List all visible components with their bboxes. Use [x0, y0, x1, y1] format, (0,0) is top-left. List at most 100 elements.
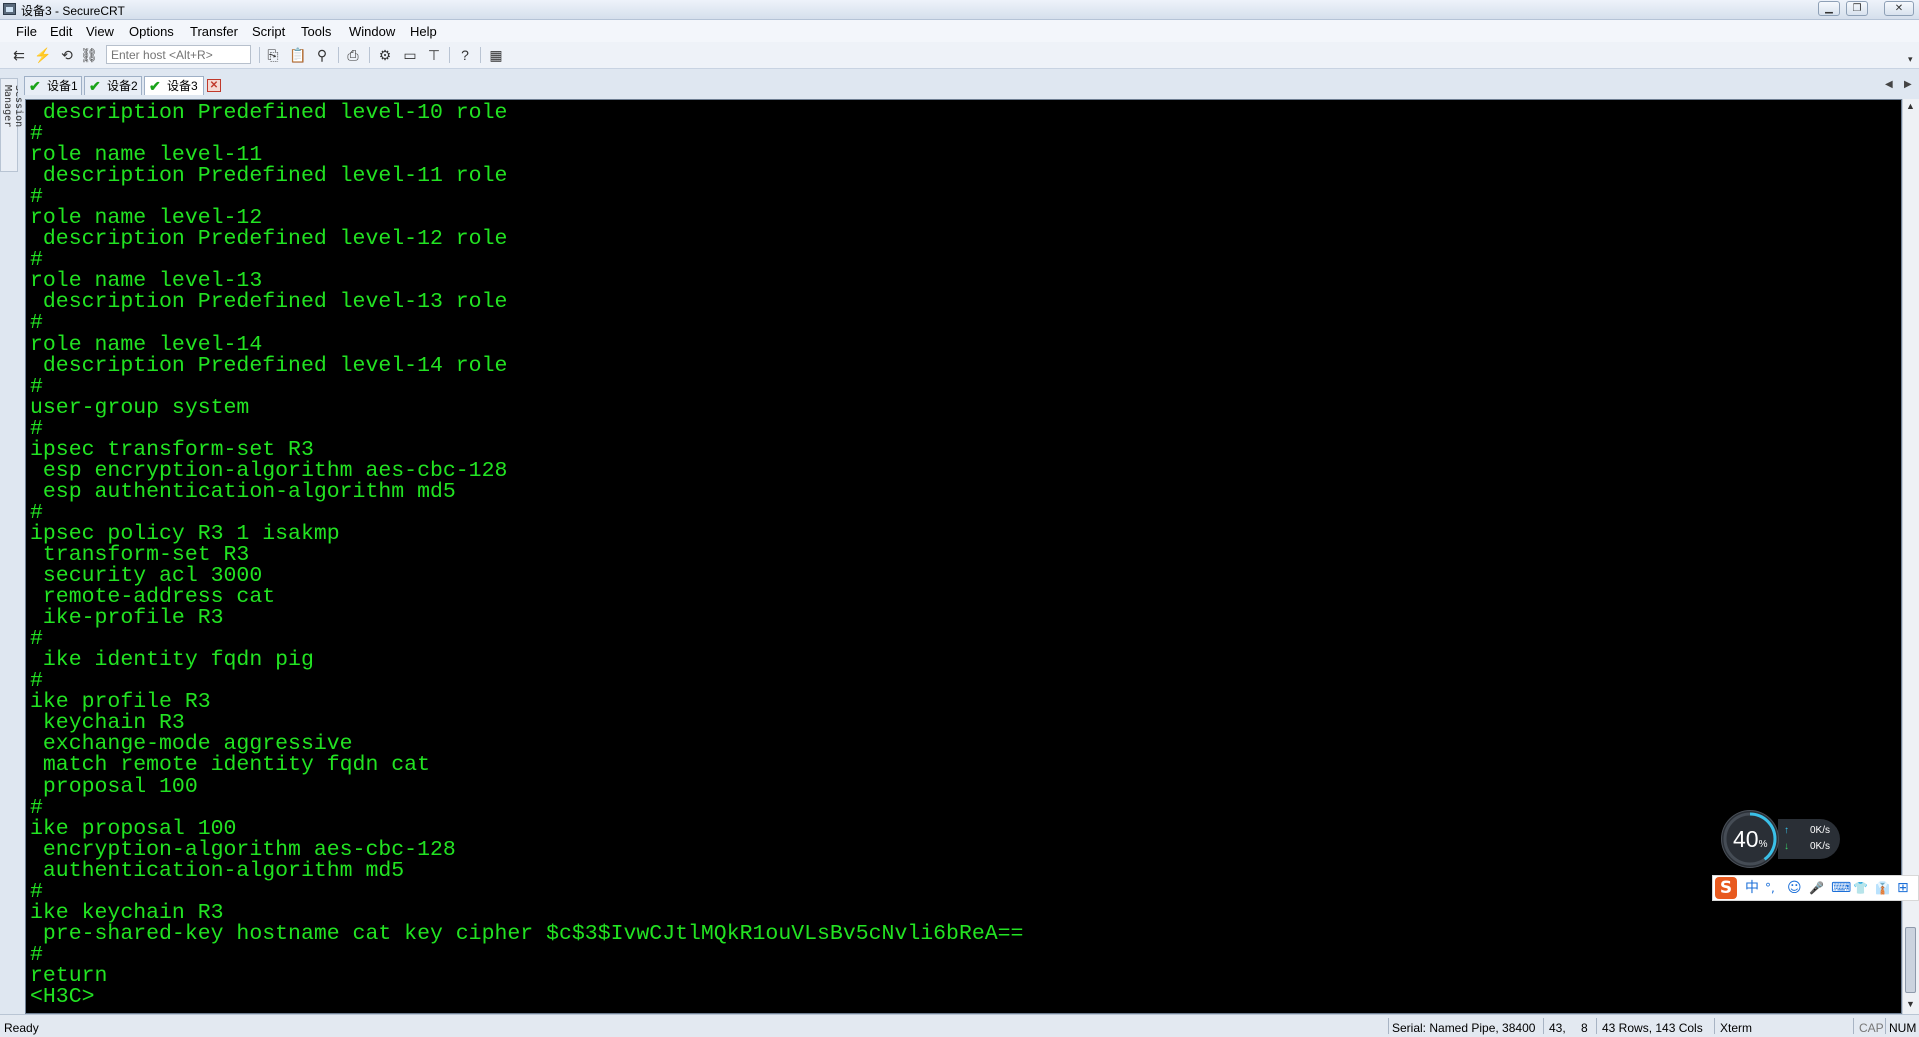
terminal-line: ike-profile R3 [30, 606, 224, 631]
menu-file[interactable]: File [16, 24, 37, 39]
status-terminal-type: Xterm [1720, 1021, 1753, 1035]
tab-scroll-left-icon[interactable]: ◀ [1885, 79, 1893, 90]
ime-toolbar[interactable]: S 中 °, ☺ 🎤 ⌨ 👕 👔 ⊞ [1712, 875, 1919, 901]
ime-emoji-icon[interactable]: ☺ [1787, 879, 1802, 897]
terminal-line: match remote identity fqdn cat [30, 753, 430, 778]
status-caps-lock: CAP [1859, 1021, 1884, 1035]
menu-tools[interactable]: Tools [301, 24, 331, 39]
terminal-line: description Predefined level-10 role [30, 101, 508, 125]
terminal-line: description Predefined level-11 role [30, 164, 508, 189]
terminal-line: remote-address cat [30, 585, 276, 610]
tab-device1[interactable]: ✔ 设备1 [24, 76, 82, 95]
tab-scroll-right-icon[interactable]: ▶ [1904, 79, 1912, 90]
terminal-line: transform-set R3 [30, 542, 250, 567]
tab-device3[interactable]: ✔ 设备3 [144, 76, 204, 95]
usage-percent-value: 40 [1733, 826, 1759, 852]
find-icon[interactable]: ⚲ [313, 46, 331, 64]
terminal-line: # [30, 500, 43, 525]
network-speed-widget[interactable]: ↑ 0K/s ↓ 0K/s 40% [1722, 811, 1840, 867]
keymap-icon[interactable]: ▭ [401, 46, 419, 64]
ime-keyboard-icon[interactable]: ⌨ [1831, 879, 1851, 897]
ime-punctuation-icon[interactable]: °, [1765, 879, 1775, 897]
menu-view[interactable]: View [86, 24, 114, 39]
paste-icon[interactable]: 📋 [289, 46, 307, 64]
terminal-line: # [30, 669, 43, 694]
status-serial: Serial: Named Pipe, 38400 [1392, 1021, 1536, 1035]
terminal-screen[interactable]: description Predefined level-10 role # rol… [25, 99, 1902, 1014]
menu-options[interactable]: Options [129, 24, 174, 39]
upload-speed: ↑ 0K/s [1784, 825, 1840, 836]
terminal-line: ipsec policy R3 1 isakmp [30, 521, 340, 546]
minimize-button[interactable]: ▁ [1818, 1, 1840, 16]
connected-check-icon: ✔ [29, 78, 41, 94]
terminal-line: pre-shared-key hostname cat key cipher $… [30, 921, 1024, 946]
toolbar-overflow-icon[interactable]: ▾ [1908, 54, 1913, 65]
scroll-down-icon[interactable]: ▼ [1906, 999, 1915, 1009]
terminal-line: # [30, 795, 43, 820]
ime-voice-icon[interactable]: 🎤 [1809, 879, 1824, 897]
reconnect-icon[interactable]: ⟲ [58, 46, 76, 64]
tab-device2[interactable]: ✔ 设备2 [84, 76, 142, 95]
usage-percent: 40% [1733, 826, 1768, 853]
restore-button[interactable]: ❐ [1846, 1, 1868, 16]
terminal-line: ike identity fqdn pig [30, 648, 314, 673]
terminal-line: exchange-mode aggressive [30, 732, 353, 757]
disconnect-icon[interactable]: ⛓ [80, 46, 98, 64]
status-divider [1885, 1018, 1886, 1034]
session-manager-strip[interactable]: Session Manager [0, 78, 24, 172]
host-input[interactable] [106, 45, 251, 64]
menu-script[interactable]: Script [252, 24, 285, 39]
menu-help[interactable]: Help [410, 24, 437, 39]
map-icon[interactable]: ▦ [487, 46, 505, 64]
terminal-line: # [30, 122, 43, 147]
menu-window[interactable]: Window [349, 24, 395, 39]
terminal-line: ike keychain R3 [30, 900, 224, 925]
terminal-line: <H3C> [30, 984, 95, 1009]
speed-panel: ↑ 0K/s ↓ 0K/s [1778, 819, 1840, 859]
terminal-output: description Predefined level-10 role # rol… [30, 101, 1024, 1009]
copy-icon[interactable]: ⎘ [264, 46, 282, 64]
terminal-line: return [30, 963, 108, 988]
download-speed: ↓ 0K/s [1784, 841, 1840, 852]
scroll-thumb[interactable] [1905, 927, 1916, 993]
title-bar: 设备3 - SecureCRT ▁ ❐ ✕ [0, 0, 1919, 20]
help-icon[interactable]: ? [456, 46, 474, 64]
status-divider [1714, 1018, 1715, 1034]
terminal-line: role name level-11 [30, 143, 263, 168]
terminal-line: # [30, 374, 43, 399]
toolbar-divider [338, 47, 339, 63]
terminal-line: # [30, 879, 43, 904]
ime-chinese-mode[interactable]: 中 [1745, 879, 1759, 897]
terminal-line: description Predefined level-14 role [30, 353, 508, 378]
terminal-line: esp authentication-algorithm md5 [30, 479, 456, 504]
ime-skin-icon[interactable]: 👕 [1853, 879, 1868, 897]
usage-ring: 40% [1722, 811, 1778, 867]
terminal-line: ike profile R3 [30, 690, 211, 715]
sogou-logo-icon[interactable]: S [1715, 877, 1737, 899]
terminal-line: description Predefined level-12 role [30, 227, 508, 252]
ime-tools-icon[interactable]: 👔 [1875, 879, 1890, 897]
terminal-line: # [30, 942, 43, 967]
menu-edit[interactable]: Edit [50, 24, 72, 39]
ime-menu-icon[interactable]: ⊞ [1897, 879, 1909, 897]
terminal-line: role name level-12 [30, 206, 263, 231]
terminal-line: keychain R3 [30, 711, 185, 736]
close-tab-icon[interactable]: ✕ [207, 79, 221, 92]
quick-connect-icon[interactable]: ⚡ [34, 46, 52, 64]
terminal-line: ipsec transform-set R3 [30, 437, 314, 462]
menu-transfer[interactable]: Transfer [190, 24, 238, 39]
upload-speed-value: 0K/s [1810, 825, 1831, 836]
print-icon[interactable]: ⎙ [344, 46, 362, 64]
scroll-up-icon[interactable]: ▲ [1906, 101, 1915, 111]
download-arrow-icon: ↓ [1784, 841, 1789, 852]
close-button[interactable]: ✕ [1884, 1, 1914, 16]
sftp-icon[interactable]: ⊤ [425, 46, 443, 64]
status-divider [1543, 1018, 1544, 1034]
session-options-icon[interactable]: ⚙ [376, 46, 394, 64]
connect-icon[interactable]: ⇇ [10, 46, 28, 64]
tab-label: 设备3 [167, 79, 198, 93]
toolbar-divider [259, 47, 260, 63]
terminal-line: # [30, 416, 43, 441]
status-ready: Ready [4, 1021, 39, 1035]
terminal-line: ike proposal 100 [30, 816, 237, 841]
